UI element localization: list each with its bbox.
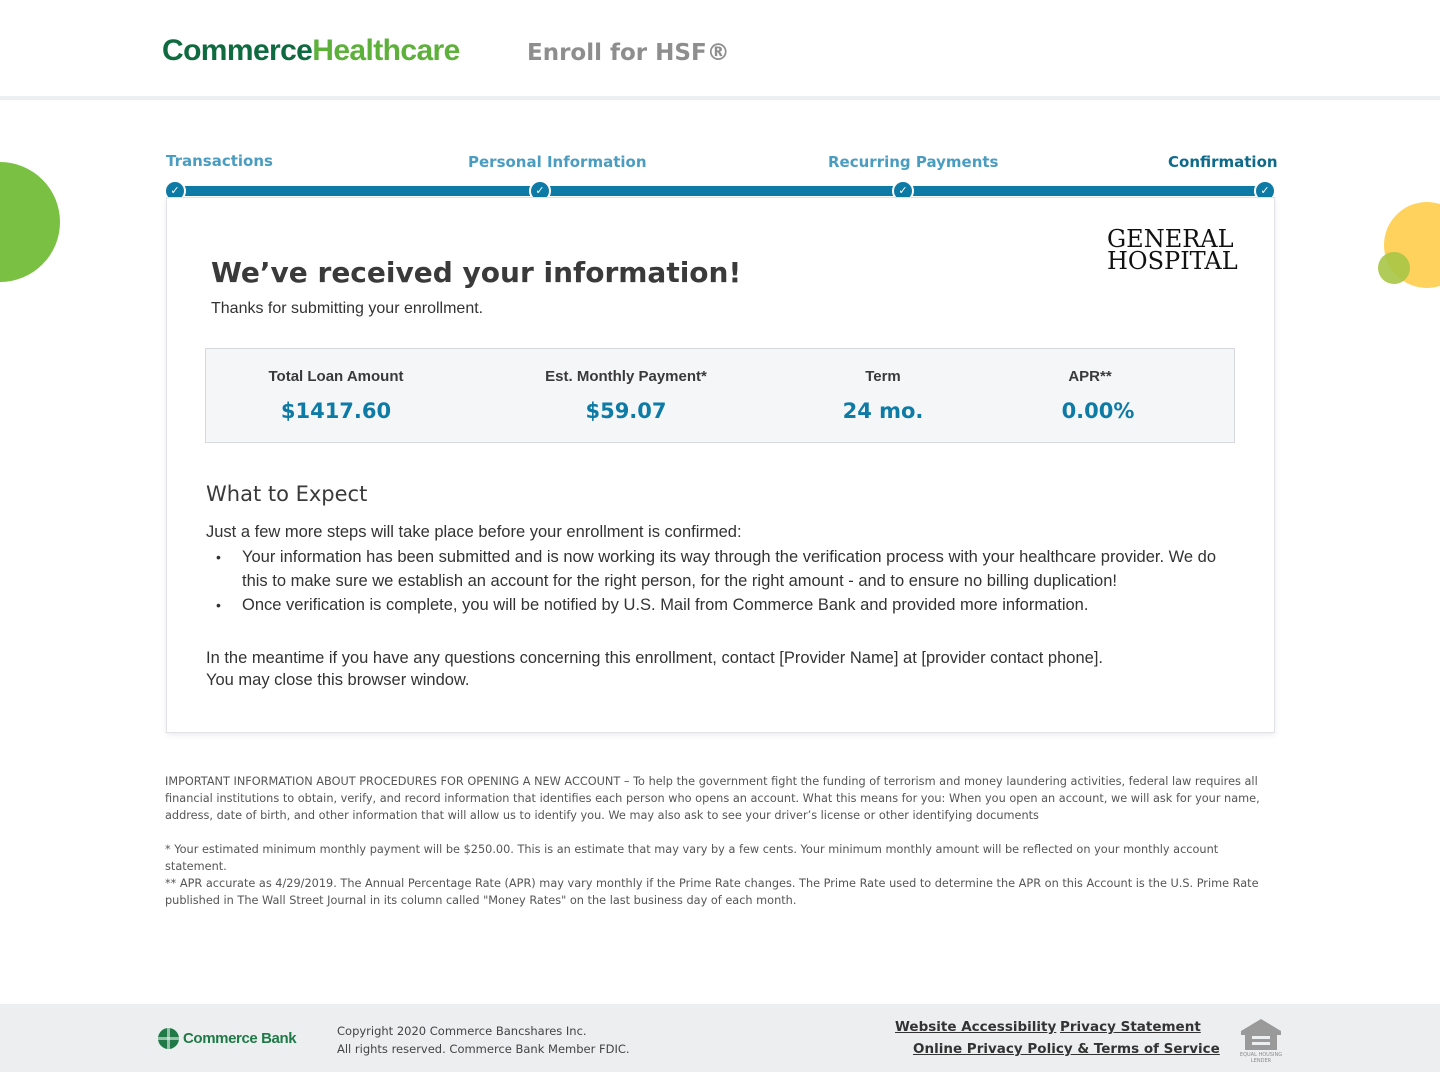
equal-housing-lender-icon: EQUAL HOUSING LENDER [1240,1019,1282,1064]
disclosure-important: IMPORTANT INFORMATION ABOUT PROCEDURES F… [165,775,1260,822]
contact-note: In the meantime if you have any question… [206,647,1103,691]
bullet-icon: • [216,549,221,565]
summary-total-loan: Total Loan Amount $1417.60 [236,349,436,444]
globe-icon [158,1028,179,1049]
what-to-expect-intro: Just a few more steps will take place be… [206,523,742,541]
summary-value: $59.07 [585,399,667,423]
site-header: CommerceHealthcare Enroll for HSF® [0,0,1440,100]
online-privacy-policy-link[interactable]: Online Privacy Policy & Terms of Service [913,1041,1220,1057]
summary-monthly-payment: Est. Monthly Payment* $59.07 [526,349,726,444]
disclosure-apr: ** APR accurate as 4/29/2019. The Annual… [165,877,1259,907]
copyright-line: All rights reserved. Commerce Bank Membe… [337,1042,630,1056]
contact-note-line: In the meantime if you have any question… [206,649,1103,667]
step-label-transactions: Transactions [166,152,273,170]
website-accessibility-link[interactable]: Website Accessibility [895,1019,1056,1035]
page-title: Enroll for HSF® [527,40,730,66]
summary-value: 24 mo. [842,399,924,423]
ehl-line2: LENDER [1251,1058,1272,1064]
confirmation-subheading: Thanks for submitting your enrollment. [211,300,484,317]
confirmation-card: GENERAL HOSPITAL We’ve received your inf… [166,197,1275,733]
decorative-circle-green [0,162,60,282]
logo-part-healthcare: Healthcare [312,34,460,67]
what-to-expect-list: • Your information has been submitted and… [206,545,1236,617]
provider-logo: GENERAL HOSPITAL [1107,227,1238,275]
commerce-bank-logo[interactable]: Commerce Bank [158,1028,297,1049]
privacy-statement-link[interactable]: Privacy Statement [1060,1019,1201,1035]
step-progress-bar [174,186,1267,196]
list-item: • Your information has been submitted and… [206,545,1236,593]
confirmation-heading: We’ve received your information! [211,256,742,289]
what-to-expect-heading: What to Expect [206,482,368,506]
bullet-icon: • [216,597,221,613]
step-label-personal-information: Personal Information [468,153,647,171]
decorative-circle-olive [1378,252,1410,284]
step-label-confirmation: Confirmation [1168,153,1278,171]
list-item-text: Once verification is complete, you will … [242,596,1089,614]
summary-label: Est. Monthly Payment* [545,368,707,385]
summary-label: Term [865,368,901,385]
copyright-line: Copyright 2020 Commerce Bancshares Inc. [337,1024,587,1038]
summary-term: Term 24 mo. [803,349,963,444]
disclosure-payment: * Your estimated minimum monthly payment… [165,843,1219,873]
site-footer: Commerce Bank Copyright 2020 Commerce Ba… [0,1004,1440,1072]
loan-summary: Total Loan Amount $1417.60 Est. Monthly … [205,348,1235,443]
list-item: • Once verification is complete, you will… [206,593,1236,617]
list-item-text: Your information has been submitted and … [242,548,1217,590]
summary-label: APR** [1068,368,1112,385]
summary-label: Total Loan Amount [268,368,404,385]
commerce-healthcare-logo[interactable]: CommerceHealthcare [162,34,460,68]
provider-logo-line2: HOSPITAL [1107,247,1238,275]
step-label-recurring-payments: Recurring Payments [828,153,999,171]
summary-value: $1417.60 [280,399,392,423]
copyright-text: Copyright 2020 Commerce Bancshares Inc. … [337,1022,630,1058]
summary-value: 0.00% [1061,399,1135,423]
summary-apr: APR** 0.00% [1018,349,1178,444]
logo-part-commerce: Commerce [162,34,313,67]
commerce-bank-name: Commerce Bank [183,1030,297,1047]
close-window-note: You may close this browser window. [206,671,470,689]
